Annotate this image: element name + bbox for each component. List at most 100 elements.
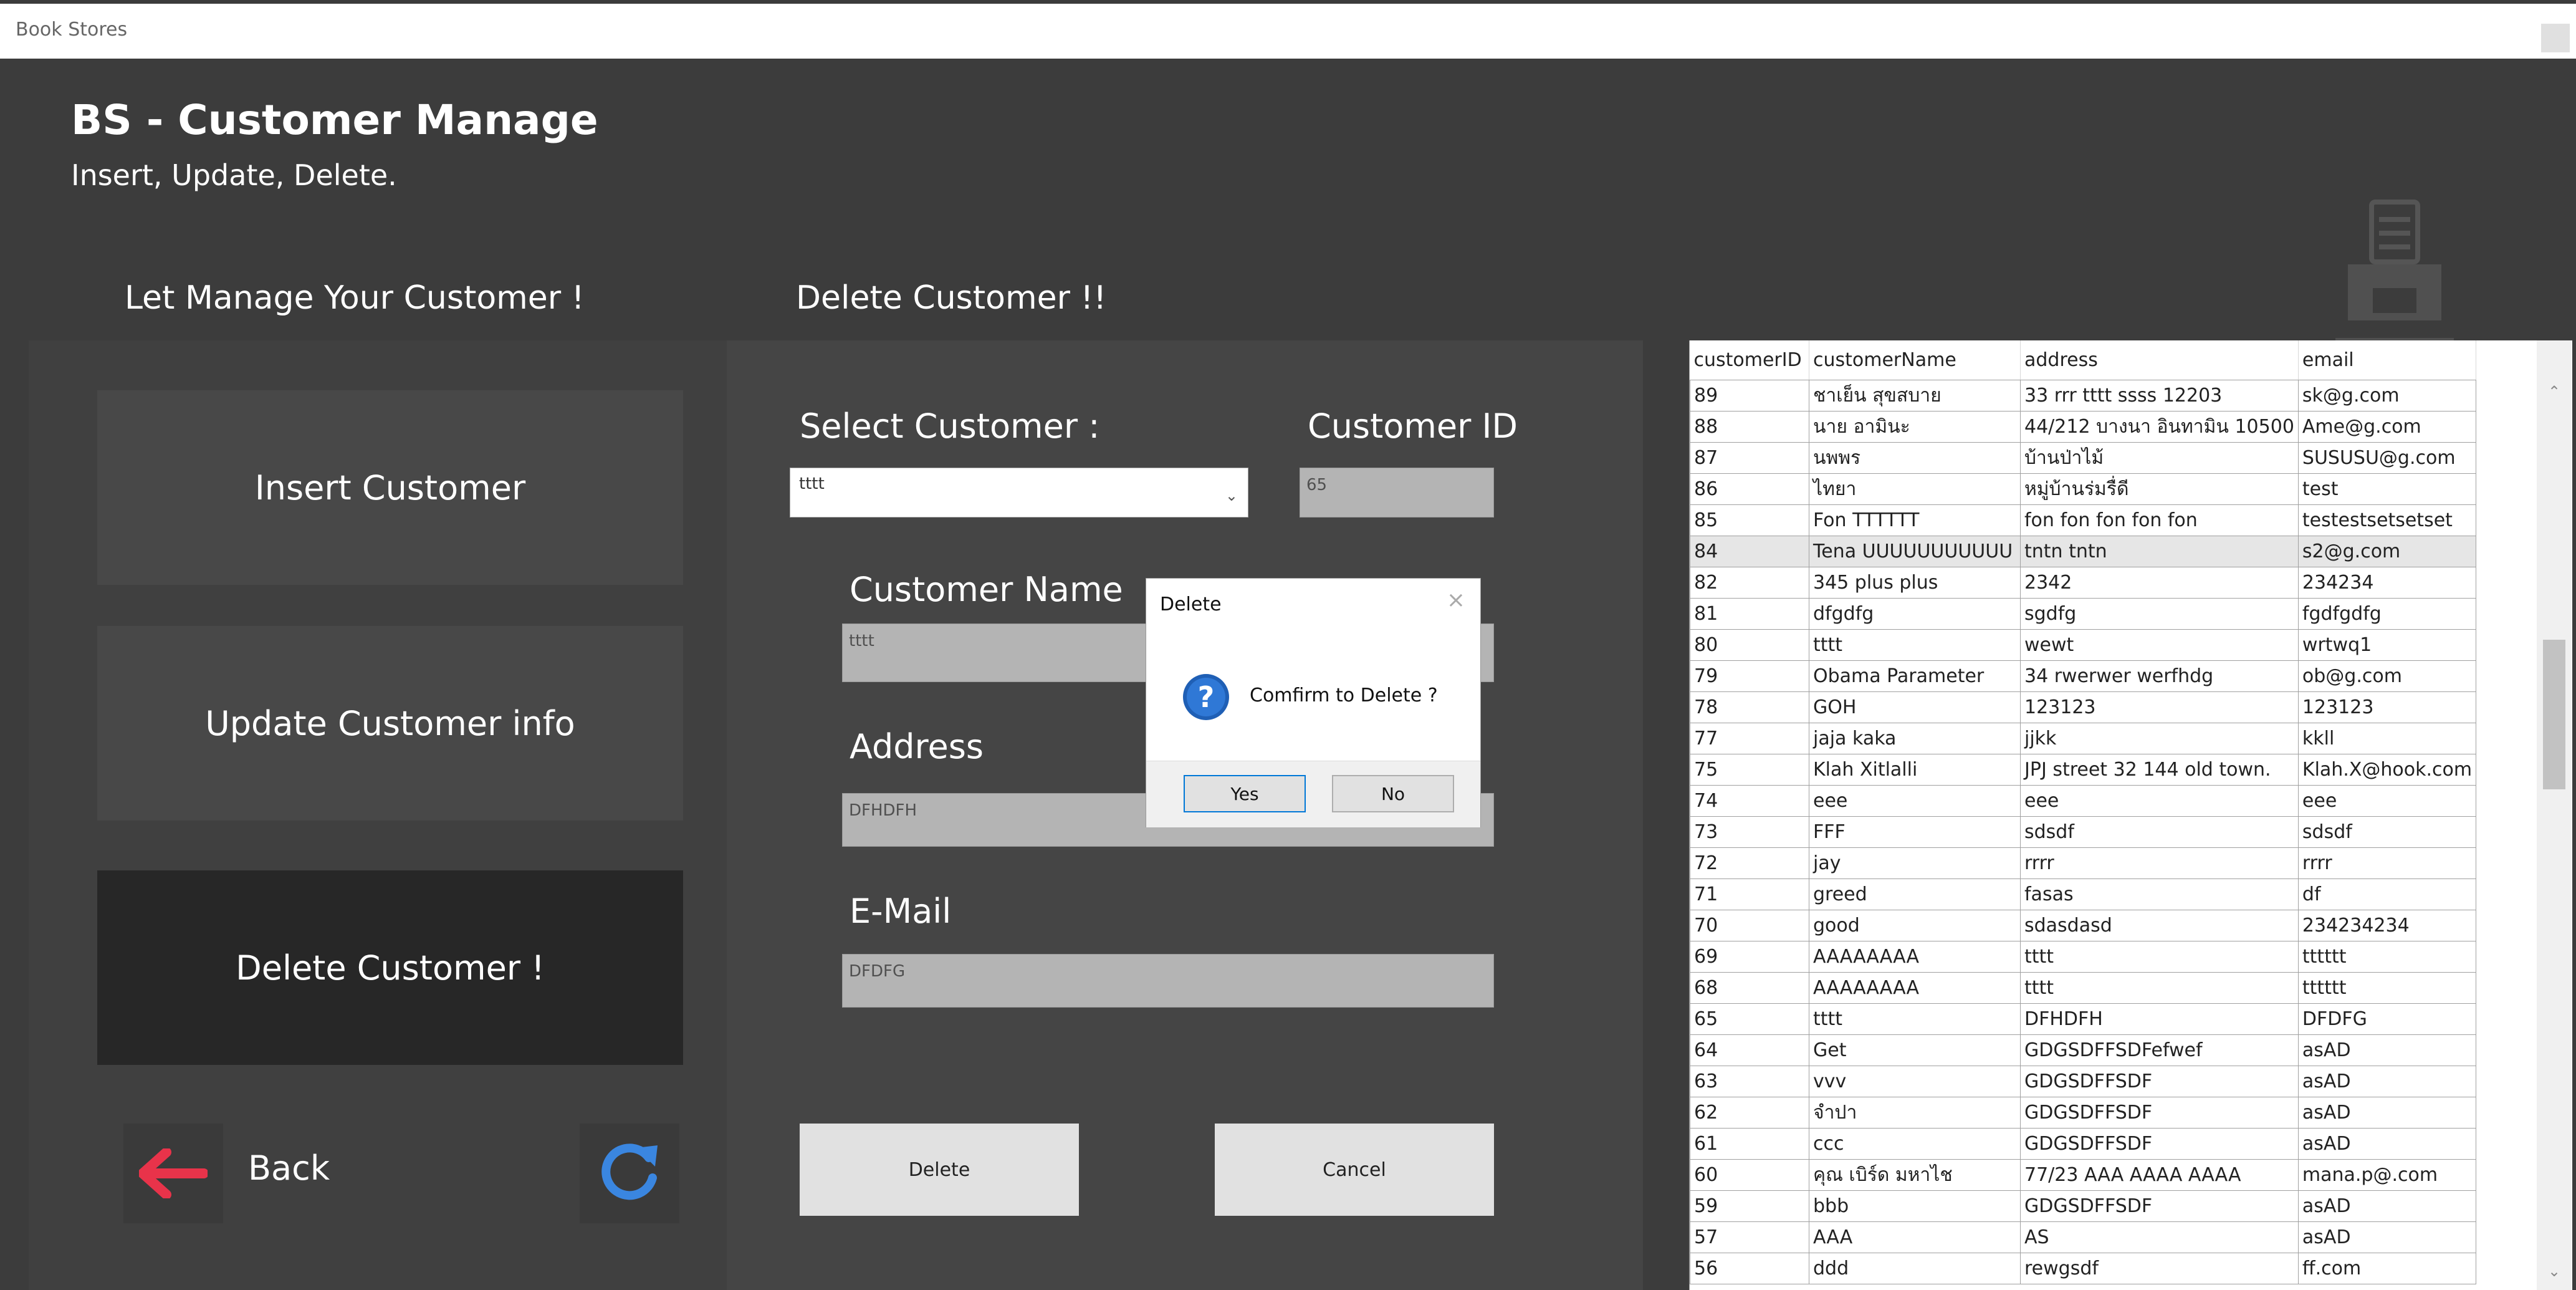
table-cell[interactable]: Tena UUUUUUUUUUU xyxy=(1809,536,2021,567)
table-cell[interactable]: 123123 xyxy=(2020,691,2299,723)
table-cell[interactable]: หมู่บ้านร่มรื่ดี xyxy=(2020,473,2299,505)
table-cell[interactable]: asAD xyxy=(2297,1128,2477,1160)
table-row[interactable]: 75 Klah Xitlalli JPJ street 32 144 old tow… xyxy=(1690,754,2477,786)
table-cell[interactable]: 61 xyxy=(1690,1128,1809,1160)
table-cell[interactable]: 86 xyxy=(1690,473,1809,505)
table-cell[interactable]: 89 xyxy=(1690,380,1809,412)
table-cell[interactable]: GDGSDFFSDF xyxy=(2020,1128,2299,1160)
table-cell[interactable]: good xyxy=(1809,910,2021,941)
table-cell[interactable]: df xyxy=(2297,878,2477,910)
table-cell[interactable]: GDGSDFFSDFefwef xyxy=(2020,1034,2299,1066)
scroll-down-icon[interactable]: ⌄ xyxy=(2548,1263,2560,1280)
table-cell[interactable]: tttt xyxy=(2020,941,2299,973)
table-cell[interactable]: Ame@g.com xyxy=(2297,411,2477,443)
table-cell[interactable]: Get xyxy=(1809,1034,2021,1066)
table-cell[interactable]: นาย อามินะ xyxy=(1809,411,2021,443)
table-cell[interactable]: Klah Xitlalli xyxy=(1809,754,2021,786)
table-cell[interactable]: 85 xyxy=(1690,504,1809,536)
table-row[interactable]: 80 tttt wewt wrtwq1 xyxy=(1690,629,2477,661)
table-cell[interactable]: GDGSDFFSDF xyxy=(2020,1097,2299,1129)
table-cell[interactable]: bbb xyxy=(1809,1190,2021,1222)
table-cell[interactable]: 72 xyxy=(1690,847,1809,879)
table-cell[interactable]: FFF xyxy=(1809,816,2021,848)
table-row[interactable]: 60 คุณ เบิร์ด มหาไช 77/23 AAA AAAA AAAA man… xyxy=(1690,1159,2477,1191)
table-cell[interactable]: 68 xyxy=(1690,972,1809,1004)
table-cell[interactable]: 345 plus plus xyxy=(1809,567,2021,599)
table-cell[interactable]: dfgdfg xyxy=(1809,598,2021,630)
table-cell[interactable]: sdasdasd xyxy=(2020,910,2299,941)
table-row[interactable]: 73 FFF sdsdf sdsdf xyxy=(1690,816,2477,848)
table-row[interactable]: 70 good sdasdasd 234234234 xyxy=(1690,910,2477,941)
table-cell[interactable]: 77/23 AAA AAAA AAAA xyxy=(2020,1159,2299,1191)
table-cell[interactable]: จำปา xyxy=(1809,1097,2021,1129)
table-row[interactable]: 79 Obama Parameter 34 rwerwer werfhdg ob@g.… xyxy=(1690,660,2477,692)
table-cell[interactable]: Fon TTTTTT xyxy=(1809,504,2021,536)
table-row[interactable]: 56 ddd rewgsdf ff.com xyxy=(1690,1253,2477,1284)
table-row[interactable]: 63 vvv GDGSDFFSDF asAD xyxy=(1690,1066,2477,1097)
table-cell[interactable]: JPJ street 32 144 old town. xyxy=(2020,754,2299,786)
table-cell[interactable]: rrrr xyxy=(2020,847,2299,879)
table-row[interactable]: 65 tttt DFHDFH DFDFG xyxy=(1690,1003,2477,1035)
table-cell[interactable]: rrrr xyxy=(2297,847,2477,879)
table-row[interactable]: 57 AAA AS asAD xyxy=(1690,1221,2477,1253)
table-cell[interactable]: tttt xyxy=(1809,1003,2021,1035)
table-row[interactable]: 86 ไทยา หมู่บ้านร่มรื่ดี test xyxy=(1690,473,2477,505)
table-cell[interactable]: 88 xyxy=(1690,411,1809,443)
table-cell[interactable]: tttttt xyxy=(2297,972,2477,1004)
table-cell[interactable]: บ้านป่าไม้ xyxy=(2020,442,2299,474)
table-row[interactable]: 59 bbb GDGSDFFSDF asAD xyxy=(1690,1190,2477,1222)
table-cell[interactable]: คุณ เบิร์ด มหาไช xyxy=(1809,1159,2021,1191)
table-row[interactable]: 89 ชาเย็น สุขสบาย 33 rrr tttt ssss 12203 sk… xyxy=(1690,380,2477,412)
table-row[interactable]: 82 345 plus plus 2342 234234 xyxy=(1690,567,2477,599)
table-cell[interactable]: 56 xyxy=(1690,1253,1809,1284)
table-row[interactable]: 85 Fon TTTTTT fon fon fon fon fon testestse… xyxy=(1690,504,2477,536)
table-cell[interactable]: 234234234 xyxy=(2297,910,2477,941)
table-cell[interactable]: 75 xyxy=(1690,754,1809,786)
table-cell[interactable]: eee xyxy=(2297,785,2477,817)
table-cell[interactable]: wewt xyxy=(2020,629,2299,661)
grid-scrollbar[interactable]: ⌃ ⌄ xyxy=(2537,340,2572,1290)
table-cell[interactable]: SUSUSU@g.com xyxy=(2297,442,2477,474)
table-cell[interactable]: ff.com xyxy=(2297,1253,2477,1284)
table-cell[interactable]: jjkk xyxy=(2020,723,2299,754)
table-cell[interactable]: 82 xyxy=(1690,567,1809,599)
back-label[interactable]: Back xyxy=(248,1148,330,1188)
refresh-button[interactable] xyxy=(580,1124,679,1223)
table-cell[interactable]: 2342 xyxy=(2020,567,2299,599)
table-cell[interactable]: 74 xyxy=(1690,785,1809,817)
table-cell[interactable]: 81 xyxy=(1690,598,1809,630)
table-cell[interactable]: 34 rwerwer werfhdg xyxy=(2020,660,2299,692)
table-cell[interactable]: eee xyxy=(1809,785,2021,817)
column-header-address[interactable]: address xyxy=(2020,340,2299,380)
update-customer-button[interactable]: Update Customer info xyxy=(97,626,683,821)
cancel-button[interactable]: Cancel xyxy=(1215,1124,1494,1216)
table-cell[interactable]: 64 xyxy=(1690,1034,1809,1066)
table-cell[interactable]: ddd xyxy=(1809,1253,2021,1284)
table-row[interactable]: 88 นาย อามินะ 44/212 บางนา อินทามิน 10500 A… xyxy=(1690,411,2477,443)
table-cell[interactable]: 87 xyxy=(1690,442,1809,474)
column-header-customer-id[interactable]: customerID xyxy=(1690,340,1809,380)
table-cell[interactable]: ชาเย็น สุขสบาย xyxy=(1809,380,2021,412)
table-cell[interactable]: asAD xyxy=(2297,1066,2477,1097)
table-cell[interactable]: AS xyxy=(2020,1221,2299,1253)
table-row[interactable]: 68 AAAAAAAA tttt tttttt xyxy=(1690,972,2477,1004)
table-cell[interactable]: fon fon fon fon fon xyxy=(2020,504,2299,536)
table-row[interactable]: 71 greed fasas df xyxy=(1690,878,2477,910)
table-cell[interactable]: testestsetsetset xyxy=(2297,504,2477,536)
table-cell[interactable]: DFHDFH xyxy=(2020,1003,2299,1035)
table-row[interactable]: 72 jay rrrr rrrr xyxy=(1690,847,2477,879)
table-cell[interactable]: 70 xyxy=(1690,910,1809,941)
table-row[interactable]: 84 Tena UUUUUUUUUUU tntn tntn s2@g.com xyxy=(1690,536,2477,567)
table-cell[interactable]: 78 xyxy=(1690,691,1809,723)
back-button[interactable] xyxy=(123,1124,223,1223)
table-cell[interactable]: 84 xyxy=(1690,536,1809,567)
table-cell[interactable]: tttttt xyxy=(2297,941,2477,973)
table-cell[interactable]: 80 xyxy=(1690,629,1809,661)
table-cell[interactable]: ccc xyxy=(1809,1128,2021,1160)
table-cell[interactable]: 79 xyxy=(1690,660,1809,692)
column-header-customer-name[interactable]: customerName xyxy=(1809,340,2021,380)
table-cell[interactable]: 77 xyxy=(1690,723,1809,754)
table-cell[interactable]: 62 xyxy=(1690,1097,1809,1129)
scroll-up-icon[interactable]: ⌃ xyxy=(2548,383,2560,400)
table-cell[interactable]: 71 xyxy=(1690,878,1809,910)
